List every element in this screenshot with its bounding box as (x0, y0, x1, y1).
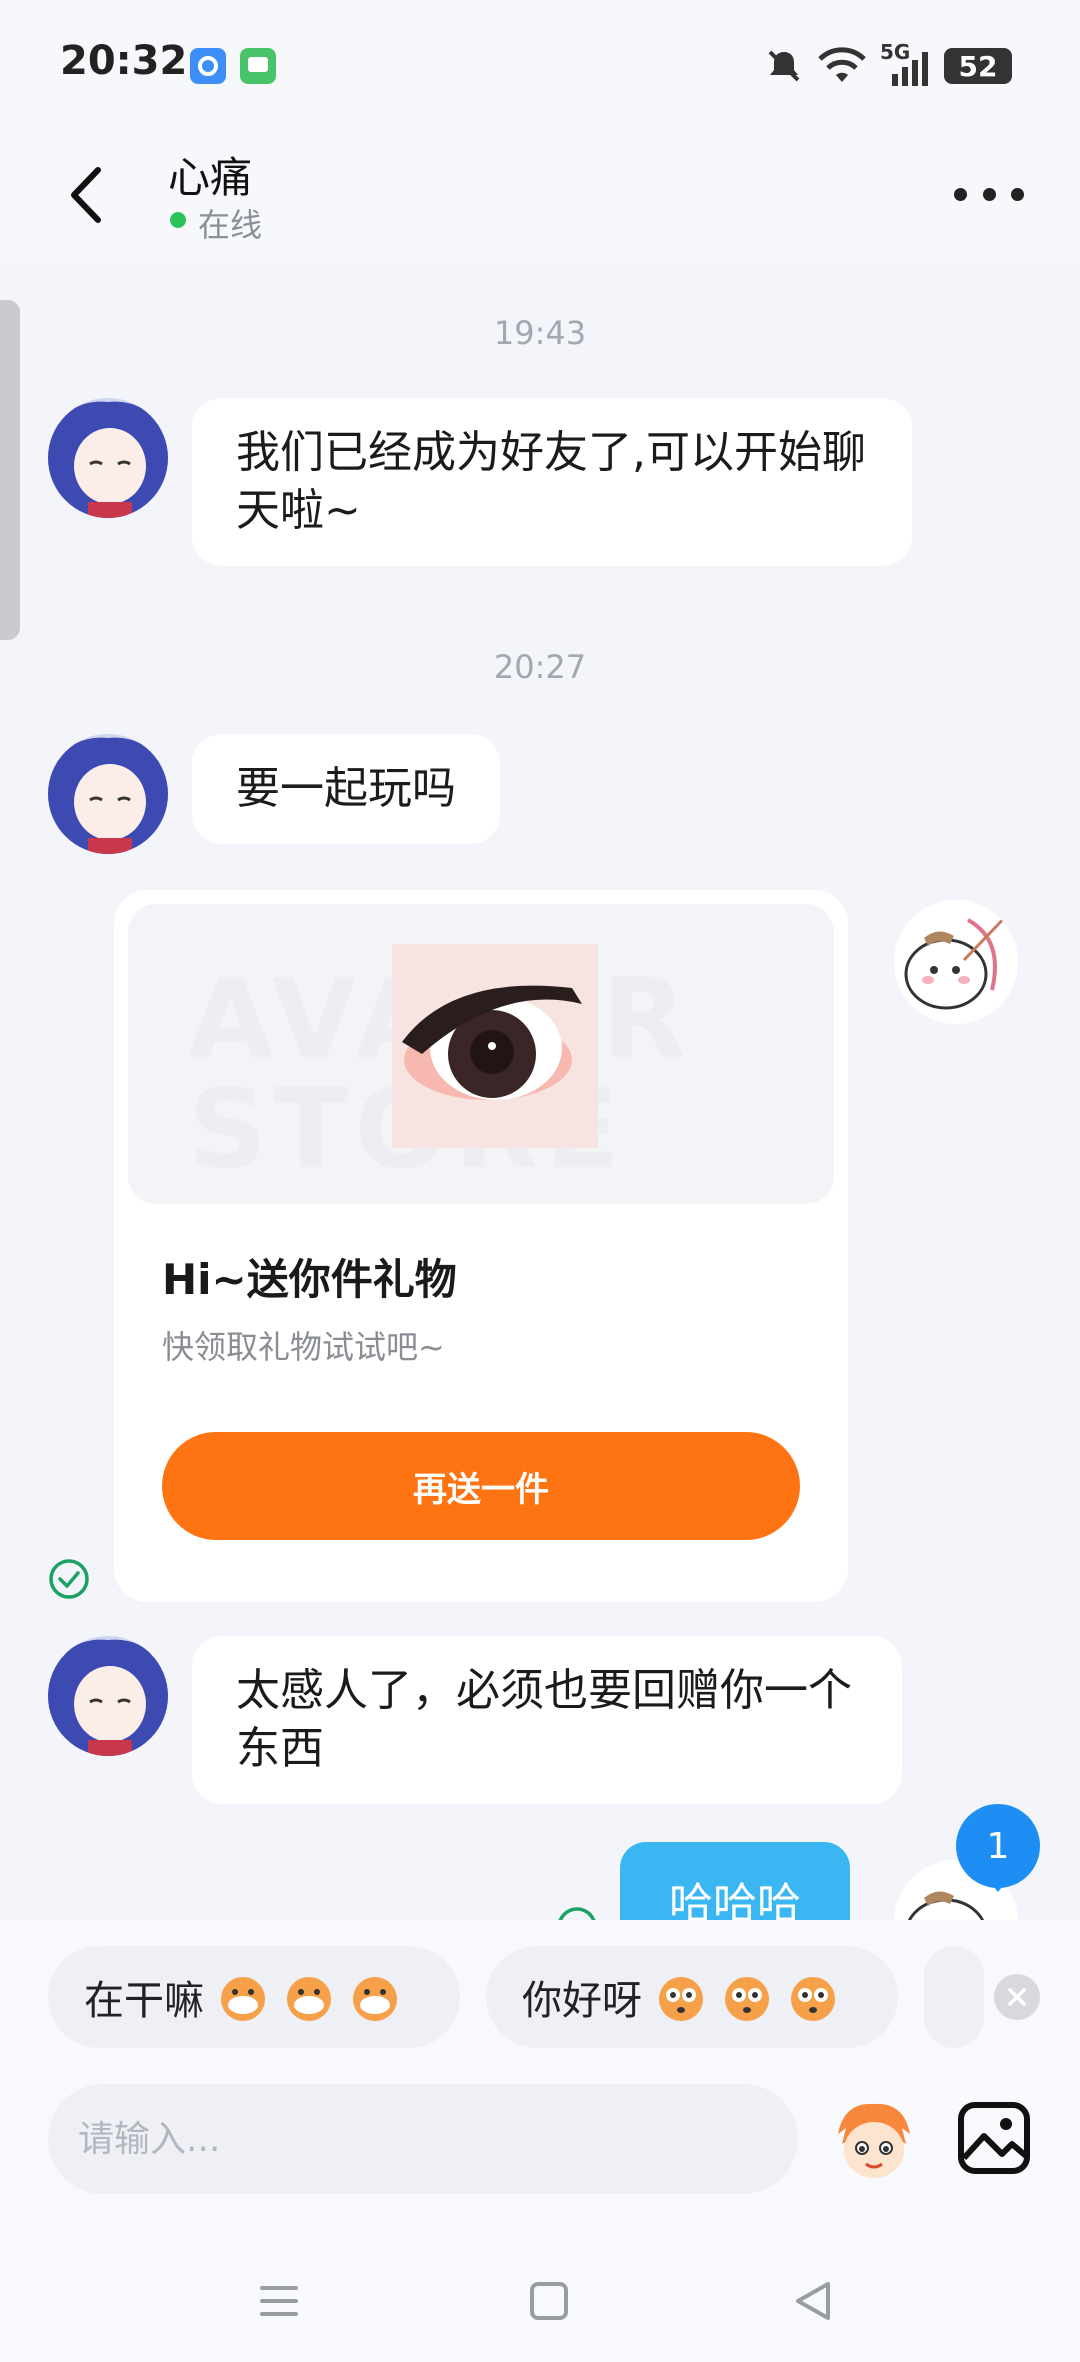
contact-avatar[interactable] (48, 1636, 168, 1756)
contact-name: 心痛 (168, 153, 253, 202)
back-nav-icon[interactable] (788, 2276, 838, 2326)
contact-avatar[interactable] (48, 734, 168, 854)
chat-header: 心痛 在线 (0, 130, 1080, 264)
grin-emoji-icon (353, 1977, 397, 2021)
emoji-icon[interactable] (828, 2094, 920, 2186)
read-check-icon (49, 1559, 89, 1599)
message-bubble[interactable]: 要一起玩吗 (192, 734, 500, 844)
online-status: 在线 (198, 206, 263, 244)
timestamp: 20:27 (493, 648, 587, 686)
wifi-icon (818, 47, 866, 82)
surprised-emoji-icon (791, 1977, 835, 2021)
message-input[interactable] (48, 2084, 798, 2194)
online-indicator (170, 212, 186, 228)
status-time: 20:32 (60, 38, 188, 84)
contact-avatar[interactable] (48, 398, 168, 518)
image-icon[interactable] (956, 2100, 1032, 2176)
timestamp: 19:43 (493, 314, 587, 352)
message-input-box[interactable] (48, 2084, 798, 2194)
gift-banner: AVATAR STORE (128, 904, 834, 1204)
send-again-button[interactable]: 再送一件 (162, 1432, 800, 1540)
more-icon[interactable] (954, 178, 1024, 210)
quick-reply-text: 你好呀 (522, 1978, 642, 2024)
back-icon[interactable] (56, 160, 116, 230)
quick-reply-chip[interactable]: 你好呀 (486, 1946, 898, 2048)
grin-emoji-icon (221, 1977, 265, 2021)
signal-icon (892, 52, 928, 86)
close-icon[interactable] (994, 1974, 1040, 2020)
menu-icon[interactable] (254, 2276, 304, 2326)
grin-emoji-icon (287, 1977, 331, 2021)
quick-reply-text: 在干嘛 (84, 1978, 204, 2024)
app-notification-icon (190, 48, 226, 84)
message-bubble[interactable]: 我们已经成为好友了,可以开始聊天啦~ (192, 398, 912, 566)
unread-badge-tail (984, 1874, 1012, 1892)
status-bar: 20:32 5G 52 (0, 0, 1080, 130)
gift-eye-image (392, 944, 598, 1148)
mute-icon (768, 50, 800, 82)
message-notification-icon (240, 48, 276, 84)
quick-reply-chip-partial[interactable] (924, 1946, 984, 2048)
gift-card[interactable]: AVATAR STORE Hi~送你件礼物 快领取礼物试试吧~ 再送一件 (114, 890, 848, 1602)
system-nav-bar (0, 2240, 1080, 2362)
home-icon[interactable] (524, 2276, 574, 2326)
battery-indicator: 52 (944, 48, 1012, 84)
gift-title: Hi~送你件礼物 (162, 1255, 457, 1304)
my-avatar[interactable] (894, 900, 1018, 1024)
gift-subtitle: 快领取礼物试试吧~ (162, 1328, 445, 1366)
quick-reply-chip[interactable]: 在干嘛 (48, 1946, 460, 2048)
surprised-emoji-icon (659, 1977, 703, 2021)
surprised-emoji-icon (725, 1977, 769, 2021)
message-bubble[interactable]: 太感人了，必须也要回赠你一个东西 (192, 1636, 902, 1804)
